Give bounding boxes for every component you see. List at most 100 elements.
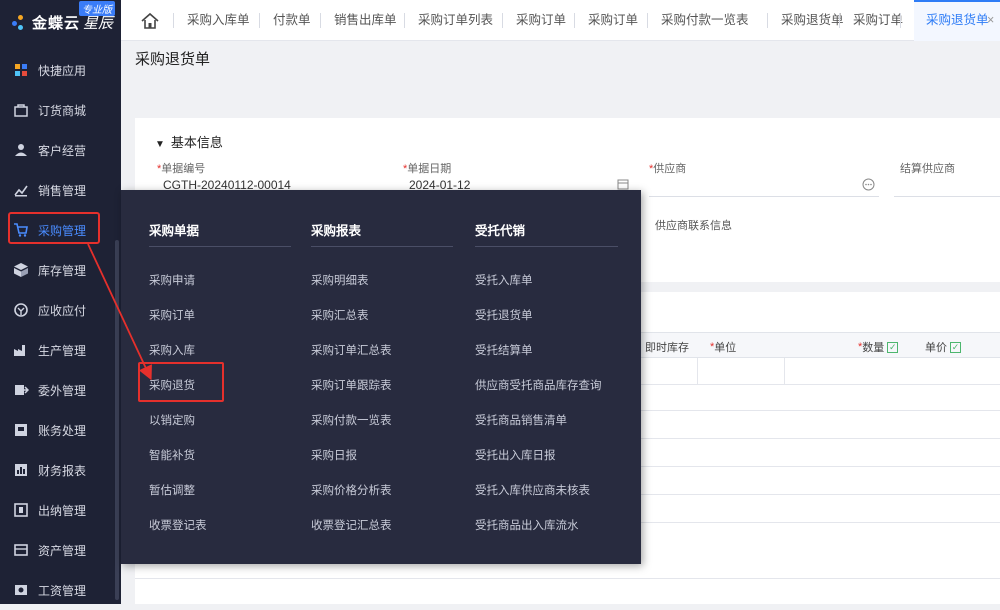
sidebar-item[interactable]: 销售管理 [0,170,121,210]
sidebar-item[interactable]: 生产管理 [0,330,121,370]
annotation-highlight-box [8,212,100,244]
field-label-doc-number: *单据编号 [157,163,206,175]
sidebar-item-label: 工资管理 [38,583,87,598]
field-underline [894,196,1000,197]
flyout-menu-item[interactable]: 暂估调整 [149,482,195,498]
grid-row-line [135,578,1000,579]
flyout-menu-item[interactable]: 采购订单跟踪表 [311,377,392,393]
tab-separator [647,13,648,28]
tab[interactable]: 采购订单 [516,0,566,41]
flyout-menu-item[interactable]: 采购日报 [311,447,357,463]
sidebar-scrollbar[interactable] [115,240,119,600]
flyout-menu-item[interactable]: 智能补货 [149,447,195,463]
sidebar-item-label: 资产管理 [38,543,87,558]
section-header-basic-info[interactable]: ▼ 基本信息 [155,132,223,151]
flyout-menu-item[interactable]: 受托商品出入库流水 [475,517,579,533]
outsource-icon [13,382,29,398]
grid-header: 即时库存 * 单位 * 数量 ✓ 单价 ✓ [640,332,1000,358]
grid-row-line [640,438,1000,439]
supplier-contact-label: 供应商联系信息 [655,220,732,232]
sidebar-item[interactable]: 客户经营 [0,130,121,170]
cashier-icon [13,502,29,518]
flyout-menu-item[interactable]: 受托结算单 [475,342,533,358]
flyout-menu-item[interactable]: 采购付款一览表 [311,412,392,428]
close-tab-icon[interactable]: × [987,0,994,41]
flyout-menu-item[interactable]: 采购明细表 [311,272,369,288]
tab-separator [320,13,321,28]
grid-row-line [640,384,1000,385]
sidebar-item-label: 财务报表 [38,463,87,478]
annotation-target-box [138,362,224,402]
checkbox-icon[interactable]: ✓ [950,341,961,353]
flyout-menu-item[interactable]: 采购入库 [149,342,195,358]
flyout-menu-item[interactable]: 采购订单汇总表 [311,342,392,358]
grid-row-line [640,522,1000,523]
asset-icon [13,542,29,558]
sidebar-item[interactable]: 库存管理 [0,250,121,290]
flyout-menu-item[interactable]: 收票登记表 [149,517,207,533]
tab[interactable]: 付款单 [273,0,311,41]
tab-separator [767,13,768,28]
tab[interactable]: 采购入库单 [187,0,250,41]
page-title: 采购退货单 [135,51,211,68]
edition-badge: 专业版 [79,1,115,16]
flyout-menu-item[interactable]: 采购价格分析表 [311,482,392,498]
flyout-menu-item[interactable]: 采购汇总表 [311,307,369,323]
flyout-menu-item[interactable]: 供应商受托商品库存查询 [475,377,602,393]
grid-divider [697,358,698,384]
field-label-settlement-supplier: 结算供应商 [900,163,955,175]
tab[interactable]: 采购付款一览表 [661,0,749,41]
col-price: 单价 ✓ [925,341,961,354]
ledger-icon [13,422,29,438]
field-label-supplier: *供应商 [649,163,687,175]
tab[interactable]: 采购订单 [588,0,638,41]
collapse-triangle-icon[interactable]: ▼ [155,139,165,150]
flyout-menu-item[interactable]: 受托退货单 [475,307,533,323]
field-underline [649,196,879,197]
more-options-icon[interactable] [862,178,875,191]
shop-icon [13,102,29,118]
app-logo[interactable]: 金蝶云 星辰 专业版 [0,0,121,44]
grid-divider [784,358,785,384]
sidebar-item-label: 库存管理 [38,263,87,278]
grid-row-line [640,410,1000,411]
sidebar-item[interactable]: 资产管理 [0,530,121,570]
apps-icon [13,62,29,78]
home-icon[interactable] [139,11,161,31]
calendar-icon[interactable] [617,178,629,190]
flyout-menu-item[interactable]: 收票登记汇总表 [311,517,392,533]
flyout-menu-item[interactable]: 受托入库供应商未核表 [475,482,590,498]
factory-icon [13,342,29,358]
salary-icon [13,582,29,598]
flyout-menu-item[interactable]: 受托入库单 [475,272,533,288]
sidebar-item[interactable]: 工资管理 [0,570,121,610]
tab[interactable]: 采购订单 [853,0,903,41]
sidebar-item[interactable]: 快捷应用 [0,50,121,90]
col-quantity: * 数量 ✓ [858,341,899,354]
flyout-menu-item[interactable]: 受托商品销售清单 [475,412,567,428]
tab[interactable]: 采购退货单 [781,0,844,41]
sidebar-item[interactable]: 账务处理 [0,410,121,450]
sidebar-item[interactable]: 出纳管理 [0,490,121,530]
flyout-menu-item[interactable]: 采购申请 [149,272,195,288]
flyout-menu-item[interactable]: 采购订单 [149,307,195,323]
flyout-menu-item[interactable]: 受托出入库日报 [475,447,556,463]
sidebar-item[interactable]: 订货商城 [0,90,121,130]
sidebar-item-label: 出纳管理 [38,503,87,518]
tab[interactable]: 采购订单列表 [418,0,493,41]
checkbox-icon[interactable]: ✓ [887,341,899,353]
sidebar-item-label: 快捷应用 [38,63,87,78]
flyout-menu-item[interactable]: 以销定购 [149,412,195,428]
tab[interactable]: 销售出库单 [334,0,397,41]
sidebar-item[interactable]: 应收应付 [0,290,121,330]
sidebar-item[interactable]: 委外管理 [0,370,121,410]
sales-icon [13,182,29,198]
flyout-column-divider [311,246,453,247]
sidebar-item[interactable]: 财务报表 [0,450,121,490]
brand-name: 金蝶云 [32,14,81,32]
tab-separator [173,13,174,28]
customer-icon [13,142,29,158]
tab-separator [574,13,575,28]
flyout-column-divider [475,246,618,247]
flyout-column-title: 采购单据 [149,224,200,238]
